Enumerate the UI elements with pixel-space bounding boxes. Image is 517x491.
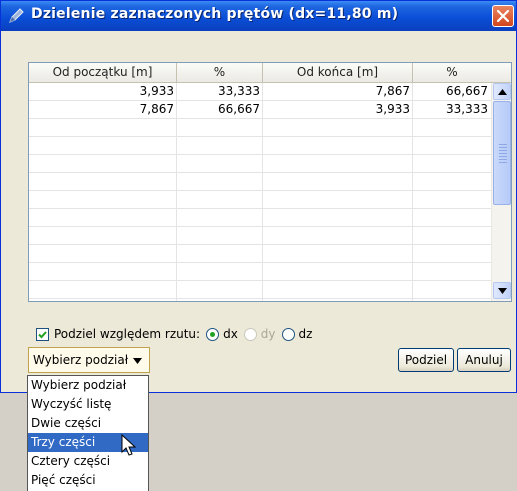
table-row[interactable]: 7,867 66,667 3,933 33,333 [29,101,491,119]
radio-dz[interactable] [281,327,295,341]
scroll-thumb[interactable] [493,101,511,205]
dropdown-option[interactable]: Dwie części [28,414,148,433]
table-body: 3,933 33,333 7,867 66,667 7,867 66,667 3… [29,83,491,301]
cell-from-start[interactable]: 7,867 [29,101,177,119]
close-button[interactable] [492,5,514,27]
projection-options: Podziel względem rzutu: dx dy dz [36,326,312,342]
cell-from-start[interactable]: 3,933 [29,83,177,101]
dropdown-option[interactable]: Pięć części [28,471,148,490]
cell-percent-end[interactable]: 33,333 [413,101,491,119]
close-icon [497,10,509,22]
radio-dx[interactable] [206,327,220,341]
column-header-percent-end[interactable]: % [413,63,491,83]
check-icon [38,330,47,338]
split-type-value: Wybierz podział [33,353,129,367]
projection-checkbox[interactable] [36,327,49,341]
cell-from-end[interactable]: 3,933 [263,101,413,119]
cancel-button[interactable]: Anuluj [457,348,511,372]
title-bar[interactable]: Dzielenie zaznaczonych prętów (dx=11,80 … [1,1,516,31]
radio-dy-label: dy [260,327,276,341]
cell-from-end[interactable]: 7,867 [263,83,413,101]
vertical-scrollbar[interactable] [491,83,511,301]
radio-dx-label: dx [223,327,238,341]
split-type-dropdown: Wybierz podział Wyczyść listę Dwie częśc… [27,375,149,491]
radio-selected-dot [210,331,216,337]
projection-checkbox-label: Podziel względem rzutu: [54,327,201,341]
table-header: Od początku [m] % Od końca [m] % [29,63,491,83]
split-button[interactable]: Podziel [398,348,454,372]
column-divider [262,83,263,301]
grip-icon [499,144,507,164]
column-header-percent-start[interactable]: % [177,63,263,83]
column-divider [176,83,177,301]
column-header-from-start[interactable]: Od początku [m] [29,63,177,83]
arrow-up-icon [498,89,507,95]
window-title: Dzielenie zaznaczonych prętów (dx=11,80 … [31,6,399,22]
cell-percent-start[interactable]: 66,667 [177,101,263,119]
arrow-down-icon [498,288,507,294]
dropdown-option[interactable]: Wybierz podział [28,376,148,395]
header-corner [491,63,511,83]
scroll-up-button[interactable] [493,83,511,100]
dialog-window: Dzielenie zaznaczonych prętów (dx=11,80 … [0,0,517,393]
cell-percent-end[interactable]: 66,667 [413,83,491,101]
dropdown-option[interactable]: Wyczyść listę [28,395,148,414]
column-header-from-end[interactable]: Od końca [m] [263,63,413,83]
table-row[interactable]: 3,933 33,333 7,867 66,667 [29,83,491,101]
mouse-cursor-icon [121,434,137,456]
cell-percent-start[interactable]: 33,333 [177,83,263,101]
radio-dz-label: dz [298,327,313,341]
chevron-down-icon [133,358,142,364]
scroll-down-button[interactable] [493,282,511,299]
column-divider [412,83,413,301]
split-type-select[interactable]: Wybierz podział [28,347,150,373]
pencil-icon [9,8,24,23]
results-table: Od początku [m] % Od końca [m] % 3,933 3… [28,62,512,302]
radio-dy [243,327,257,341]
